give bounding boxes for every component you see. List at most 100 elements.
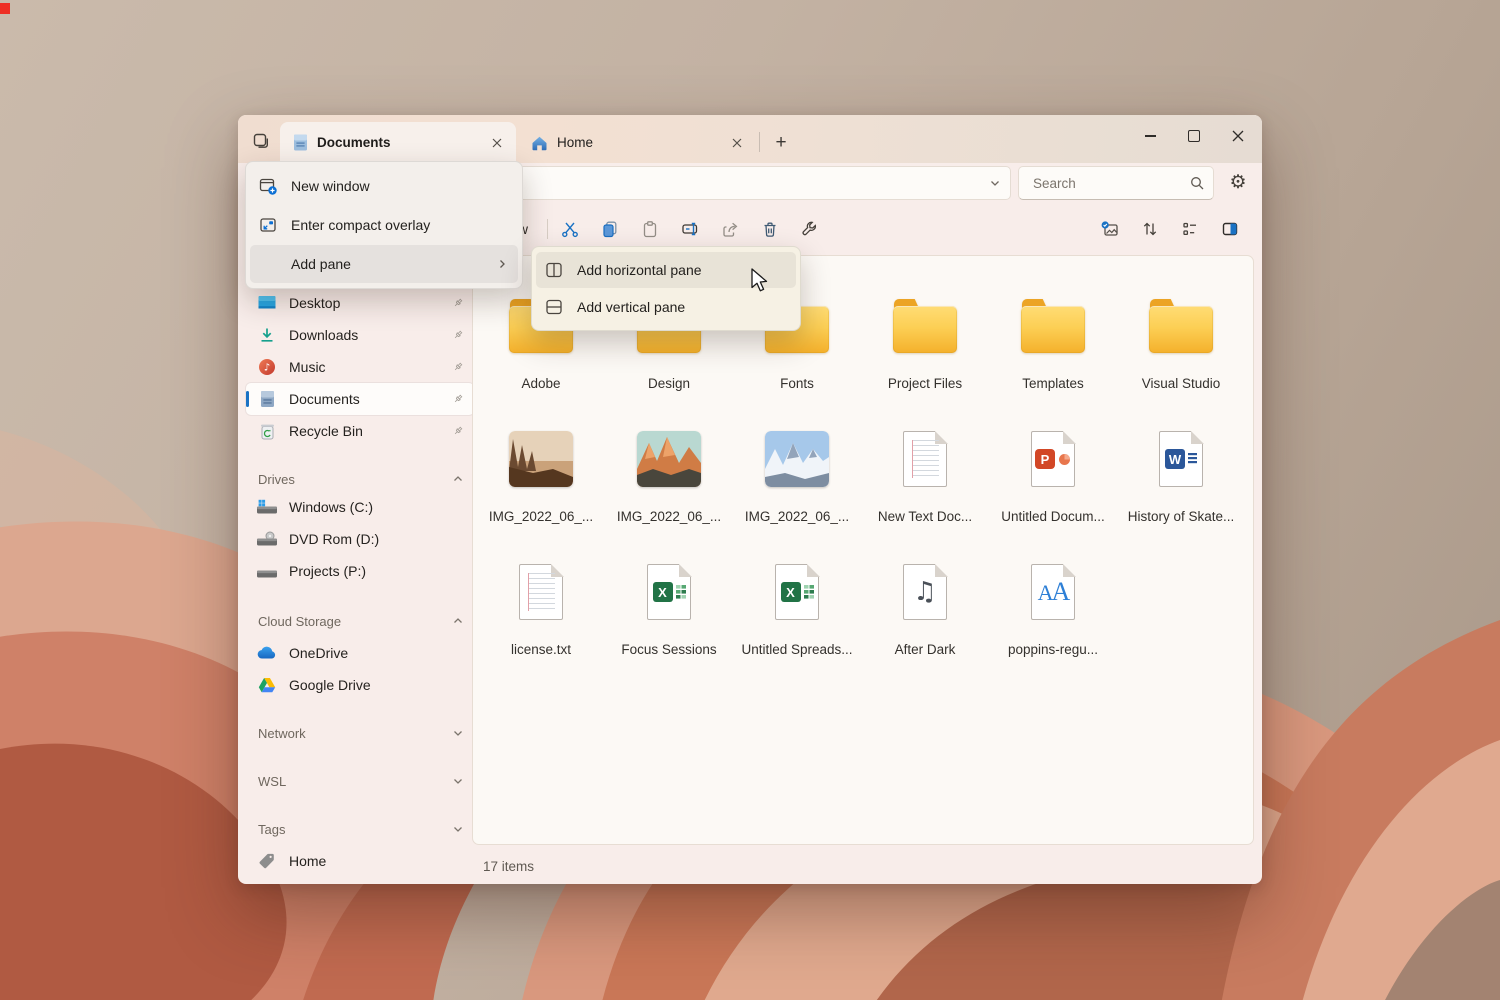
chevron-down-icon [452, 727, 464, 739]
pin-icon[interactable] [450, 392, 466, 406]
sort-arrows-icon [1140, 219, 1160, 239]
pin-icon[interactable] [450, 328, 466, 342]
split-vertical-icon [544, 297, 564, 317]
section-header-tags[interactable]: Tags [246, 817, 474, 841]
share-button[interactable] [712, 214, 748, 244]
file-name: Untitled Spreads... [741, 642, 852, 657]
search-input[interactable] [1031, 175, 1189, 192]
file-item[interactable]: P Untitled Docum... [989, 413, 1117, 546]
file-item[interactable]: X Untitled Spreads... [733, 546, 861, 679]
settings-button[interactable]: ⚙ [1222, 167, 1254, 199]
section-label: Network [258, 726, 452, 741]
sidebar-item-windows-c[interactable]: Windows (C:) [246, 491, 474, 523]
toolbar-separator [547, 219, 548, 239]
google-drive-icon [256, 677, 278, 693]
file-item[interactable]: AA poppins-regu... [989, 546, 1117, 679]
excel-file-icon: X [775, 564, 819, 620]
delete-button[interactable] [752, 214, 788, 244]
pin-icon[interactable] [450, 424, 466, 438]
file-item[interactable]: IMG_2022_06_... [477, 413, 605, 546]
layout-button[interactable] [1172, 214, 1208, 244]
thumbnails-toggle-button[interactable] [1092, 214, 1128, 244]
tab-close-button[interactable] [486, 132, 508, 154]
wrench-icon [800, 219, 820, 239]
sidebar-item-onedrive[interactable]: OneDrive [246, 637, 474, 669]
file-item[interactable]: X Focus Sessions [605, 546, 733, 679]
preview-pane-button[interactable] [1212, 214, 1248, 244]
sidebar-item-dvd-d[interactable]: DVD Rom (D:) [246, 523, 474, 555]
sidebar-item-desktop[interactable]: Desktop [246, 287, 474, 319]
sidebar-item-projects-p[interactable]: Projects (P:) [246, 555, 474, 587]
file-item[interactable]: Project Files [861, 280, 989, 413]
documents-icon [256, 390, 278, 408]
rename-icon [680, 219, 700, 239]
image-thumbnail [765, 431, 829, 487]
submenu-item-add-vertical-pane[interactable]: Add vertical pane [536, 289, 796, 325]
toggle-panes-button[interactable] [247, 127, 274, 154]
audio-file-icon: ♫ [903, 564, 947, 620]
paste-button[interactable] [632, 214, 668, 244]
sidebar-item-tag-home[interactable]: Home [246, 845, 474, 877]
search-box[interactable] [1018, 166, 1214, 200]
music-note-icon: ♫ [913, 577, 936, 607]
sidebar-item-documents[interactable]: Documents [246, 383, 474, 415]
maximize-button[interactable] [1172, 115, 1216, 157]
cut-button[interactable] [552, 214, 588, 244]
section-header-network[interactable]: Network [246, 721, 474, 745]
file-item[interactable]: IMG_2022_06_... [605, 413, 733, 546]
file-item[interactable]: ♫ After Dark [861, 546, 989, 679]
section-header-wsl[interactable]: WSL [246, 769, 474, 793]
sidebar-item-label: Projects (P:) [289, 563, 466, 579]
copy-button[interactable] [592, 214, 628, 244]
sidebar-item-music[interactable]: ♪ Music [246, 351, 474, 383]
new-tab-button[interactable]: + [767, 129, 795, 156]
file-name: poppins-regu... [1008, 642, 1098, 657]
sidebar-item-recycle-bin[interactable]: Recycle Bin [246, 415, 474, 447]
file-name: Fonts [780, 376, 814, 391]
sidebar-item-google-drive[interactable]: Google Drive [246, 669, 474, 701]
mouse-cursor [750, 268, 774, 294]
section-header-cloud-storage[interactable]: Cloud Storage [246, 609, 474, 633]
close-button[interactable] [1216, 115, 1260, 157]
image-thumbnail [637, 431, 701, 487]
tab-documents[interactable]: Documents [280, 122, 516, 163]
sort-button[interactable] [1132, 214, 1168, 244]
file-name: Templates [1022, 376, 1084, 391]
window-controls [1128, 115, 1260, 163]
excel-file-icon: X [647, 564, 691, 620]
tab-close-button[interactable] [726, 132, 748, 154]
file-item[interactable]: license.txt [477, 546, 605, 679]
file-item[interactable]: Visual Studio [1117, 280, 1245, 413]
file-item[interactable]: Templates [989, 280, 1117, 413]
rename-button[interactable] [672, 214, 708, 244]
section-header-drives[interactable]: Drives [246, 467, 474, 491]
properties-button[interactable] [792, 214, 828, 244]
file-name: Project Files [888, 376, 962, 391]
pin-icon[interactable] [450, 296, 466, 310]
menu-item-add-pane[interactable]: Add pane [250, 245, 518, 283]
file-name: license.txt [511, 642, 571, 657]
minimize-button[interactable] [1128, 115, 1172, 157]
drive-windows-icon [256, 498, 278, 516]
downloads-icon [256, 326, 278, 344]
file-item[interactable]: IMG_2022_06_... [733, 413, 861, 546]
onedrive-icon [256, 646, 278, 660]
titlebar[interactable]: Documents Home + [238, 115, 1262, 163]
tab-divider [759, 132, 760, 152]
menu-item-label: Enter compact overlay [291, 217, 508, 233]
pin-icon[interactable] [450, 360, 466, 374]
address-bar[interactable] [481, 166, 1011, 200]
sidebar-item-label: DVD Rom (D:) [289, 531, 466, 547]
tab-home[interactable]: Home [518, 122, 756, 163]
file-item[interactable]: W History of Skate... [1117, 413, 1245, 546]
word-file-icon: W [1159, 431, 1203, 487]
sidebar-item-downloads[interactable]: Downloads [246, 319, 474, 351]
file-item[interactable]: New Text Doc... [861, 413, 989, 546]
search-icon [1189, 175, 1205, 191]
drive-icon [256, 562, 278, 580]
menu-item-new-window[interactable]: New window [250, 167, 518, 205]
item-count: 17 items [483, 859, 534, 874]
chevron-down-icon [452, 775, 464, 787]
menu-item-label: Add vertical pane [577, 299, 786, 315]
menu-item-enter-compact-overlay[interactable]: Enter compact overlay [250, 206, 518, 244]
